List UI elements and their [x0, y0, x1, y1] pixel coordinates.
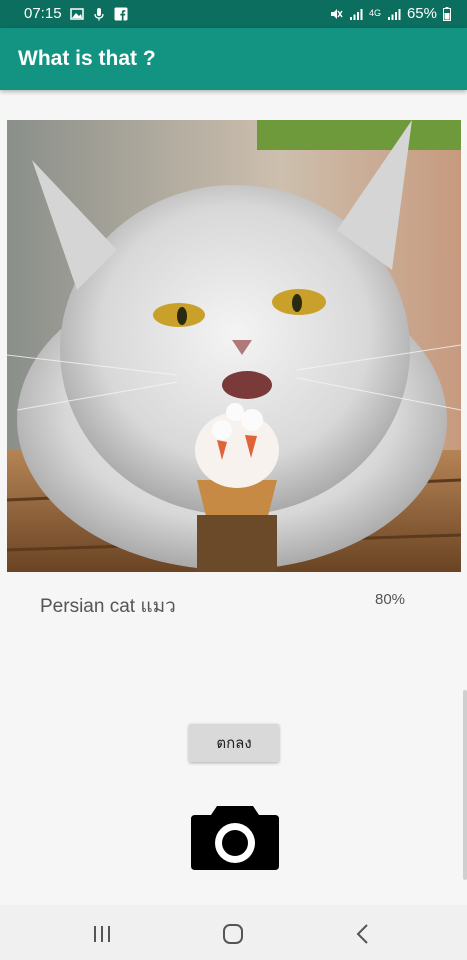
edge-panel-handle[interactable]	[463, 690, 467, 880]
camera-icon	[191, 806, 279, 870]
result-confidence: 80%	[375, 591, 406, 608]
recent-apps-icon[interactable]	[89, 921, 115, 947]
ok-button[interactable]: ตกลง	[189, 724, 279, 762]
result-label: Persian cat แมว	[40, 596, 176, 617]
home-icon[interactable]	[220, 921, 246, 947]
mic-icon	[93, 7, 104, 20]
back-icon[interactable]	[350, 921, 376, 947]
status-bar: 07:15 4G 65%	[0, 0, 467, 28]
signal-icon	[387, 8, 401, 20]
classified-photo	[7, 120, 461, 572]
camera-button[interactable]	[191, 806, 279, 870]
signal-icon	[349, 8, 363, 20]
mute-icon	[330, 8, 343, 19]
navigation-bar	[0, 905, 467, 960]
status-time: 07:15	[24, 5, 62, 22]
app-bar: What is that ?	[0, 28, 467, 90]
app-title: What is that ?	[18, 47, 156, 70]
cat-photo	[7, 120, 461, 572]
battery-icon	[443, 6, 451, 21]
gallery-icon	[69, 7, 84, 20]
facebook-icon	[114, 7, 128, 20]
network-type: 4G	[368, 8, 381, 18]
battery-percent: 65%	[406, 5, 437, 22]
